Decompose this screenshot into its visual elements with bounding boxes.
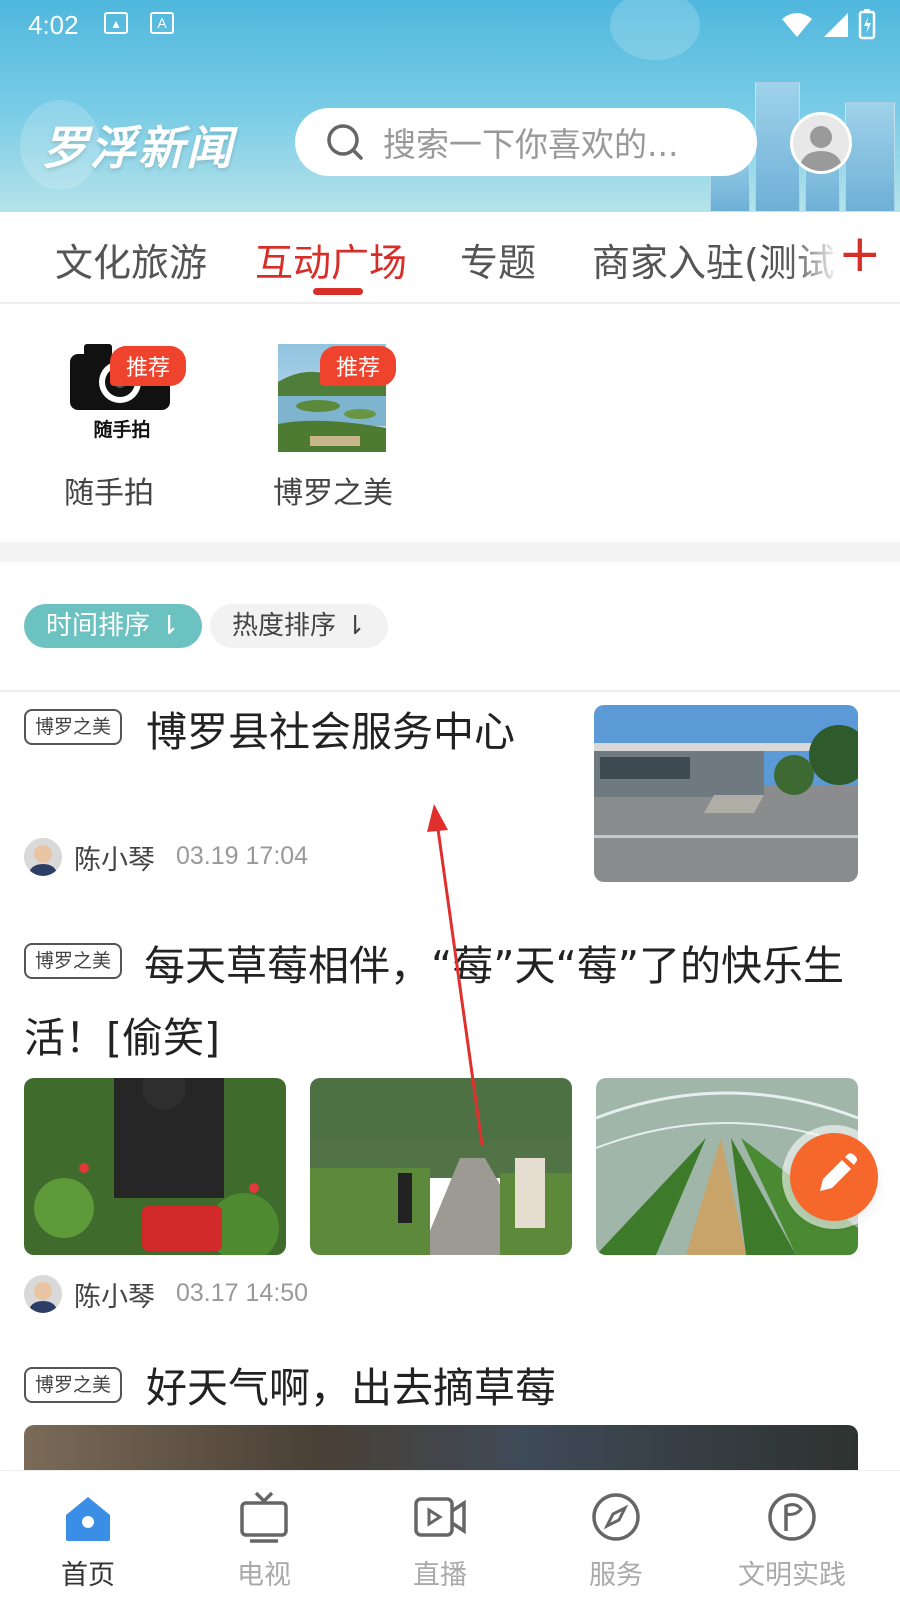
nav-home[interactable]: 首页 <box>28 1489 148 1592</box>
tab-culture-tourism[interactable]: 文化旅游 <box>55 232 207 287</box>
nav-service[interactable]: 服务 <box>556 1489 676 1592</box>
author-name: 陈小琴 <box>74 845 155 876</box>
signal-icon <box>824 13 848 37</box>
live-icon <box>414 1497 466 1537</box>
sort-by-time-button[interactable]: 时间排序 ⇂ <box>24 604 203 648</box>
post-time: 03.19 17:04 <box>176 842 309 870</box>
battery-icon <box>858 9 876 40</box>
nav-label: 电视 <box>237 1560 291 1591</box>
nav-label: 首页 <box>61 1560 115 1591</box>
status-bar: 4:02 ▴ A <box>0 0 900 52</box>
tv-icon <box>240 1491 288 1543</box>
entry-label: 随手拍 <box>64 476 154 511</box>
add-channel-button[interactable]: + <box>838 228 882 280</box>
search-icon <box>327 124 363 160</box>
tab-interactive-square[interactable]: 互动广场 <box>255 232 407 287</box>
bottom-navigation: 首页 电视 直播 服务 文明实践 <box>0 1470 900 1600</box>
post-photo-garden-path <box>310 1078 572 1255</box>
quick-entries: 随手拍 推荐 随手拍 推荐 博罗之美 <box>0 306 900 542</box>
post-photo-strawberry-picking <box>24 1078 286 1255</box>
post-photo-partial <box>24 1425 858 1470</box>
recommend-badge: 推荐 <box>320 346 397 386</box>
nav-label: 服务 <box>589 1560 643 1591</box>
post-title: 每天草莓相伴，“莓”天“莓”了的快乐生活！[偷笑] <box>24 942 844 1062</box>
search-placeholder: 搜索一下你喜欢的... <box>383 125 679 164</box>
user-avatar-button[interactable] <box>790 112 852 174</box>
channel-tabs: 文化旅游 互动广场 专题 商家入驻(测试 + <box>0 212 900 304</box>
recommend-badge: 推荐 <box>110 346 187 386</box>
post-time: 03.17 14:50 <box>176 1279 309 1307</box>
sort-by-hot-button[interactable]: 热度排序 ⇂ <box>210 604 389 648</box>
tab-topics[interactable]: 专题 <box>460 232 536 287</box>
wifi-icon <box>782 13 812 37</box>
list-divider <box>0 690 900 692</box>
camera-icon-caption: 随手拍 <box>93 418 150 441</box>
section-divider <box>0 542 900 562</box>
pencil-icon <box>820 1153 857 1191</box>
sort-by-hot-label: 热度排序 <box>232 611 337 641</box>
a-icon: A <box>150 12 174 34</box>
sort-by-time-label: 时间排序 <box>46 611 151 641</box>
app-header: 4:02 ▴ A 罗浮新闻 搜索一下你喜欢的... <box>0 0 900 212</box>
post-title: 博罗县社会服务中心 <box>146 708 515 756</box>
compose-post-button[interactable] <box>790 1133 878 1221</box>
post-tag: 博罗之美 <box>24 1367 123 1403</box>
user-icon <box>799 126 843 171</box>
compass-icon <box>592 1493 640 1541</box>
author-name: 陈小琴 <box>74 1282 155 1313</box>
post-tag: 博罗之美 <box>24 709 123 745</box>
post-title: 好天气啊，出去摘草莓 <box>146 1364 556 1412</box>
tab-fade-overlay <box>790 212 840 300</box>
entry-label: 博罗之美 <box>273 476 393 511</box>
active-tab-indicator <box>313 288 363 295</box>
home-icon <box>66 1497 110 1541</box>
nav-tv[interactable]: 电视 <box>204 1489 324 1592</box>
search-bar[interactable]: 搜索一下你喜欢的... <box>295 108 757 176</box>
author-avatar <box>24 838 62 876</box>
nav-label: 文明实践 <box>738 1560 846 1591</box>
post-photo-building <box>594 705 858 882</box>
app-brand-logo: 罗浮新闻 <box>42 121 234 175</box>
flag-circle-icon <box>768 1493 816 1541</box>
status-time: 4:02 <box>28 10 79 40</box>
image-icon: ▴ <box>104 12 128 34</box>
nav-live[interactable]: 直播 <box>380 1489 500 1592</box>
author-avatar <box>24 1275 62 1313</box>
nav-label: 直播 <box>413 1560 467 1591</box>
nav-civilization-practice[interactable]: 文明实践 <box>732 1489 852 1592</box>
